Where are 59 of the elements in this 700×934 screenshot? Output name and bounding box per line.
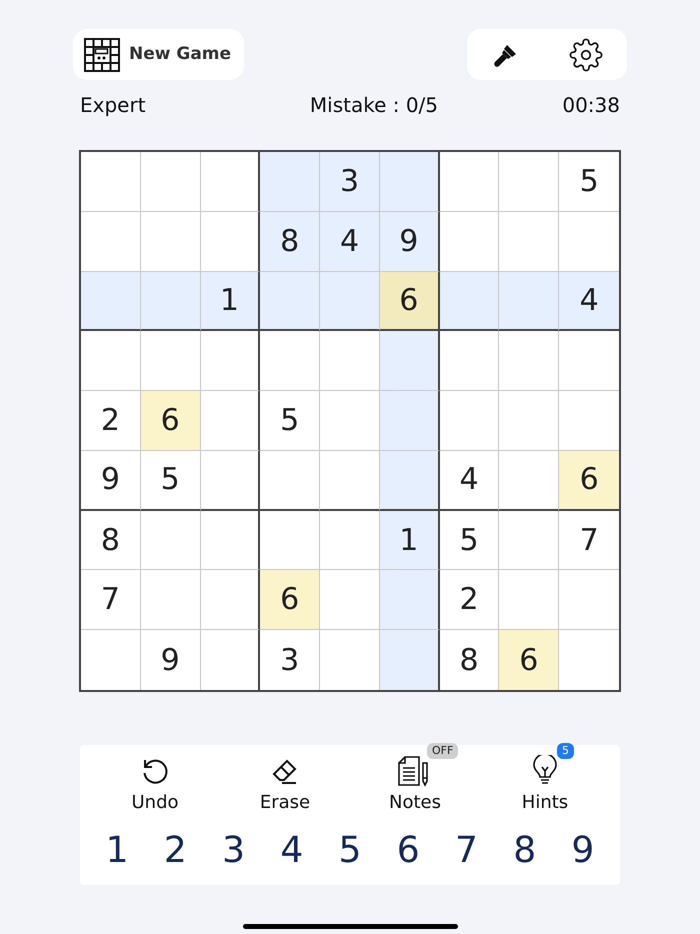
- number-key[interactable]: 3: [208, 826, 259, 876]
- hints-button[interactable]: 5 Hints: [495, 743, 595, 816]
- erase-button[interactable]: Erase: [235, 743, 335, 816]
- sudoku-cell[interactable]: [200, 630, 260, 690]
- sudoku-cell[interactable]: 4: [440, 450, 500, 511]
- count-badge: 5: [557, 743, 574, 759]
- sudoku-cell[interactable]: 6: [380, 272, 440, 332]
- sudoku-cell[interactable]: [200, 391, 260, 451]
- sudoku-cell[interactable]: [380, 331, 440, 392]
- lightbulb-icon: [532, 755, 558, 787]
- settings-icon[interactable]: [568, 38, 602, 72]
- sudoku-cell[interactable]: [380, 570, 440, 630]
- number-key[interactable]: 1: [92, 826, 142, 876]
- sudoku-cell[interactable]: 7: [559, 510, 619, 570]
- sudoku-cell[interactable]: 6: [499, 630, 560, 690]
- new-game-button[interactable]: New Game: [73, 29, 244, 80]
- sudoku-cell[interactable]: 4: [320, 212, 380, 272]
- sudoku-cell[interactable]: 3: [320, 152, 380, 212]
- sudoku-cell[interactable]: 9: [81, 450, 141, 511]
- sudoku-cell[interactable]: 5: [140, 450, 201, 511]
- sudoku-cell[interactable]: 6: [260, 570, 320, 630]
- undo-button[interactable]: Undo: [105, 743, 205, 816]
- number-key[interactable]: 4: [266, 826, 317, 876]
- sudoku-cell[interactable]: 8: [440, 630, 500, 690]
- sudoku-cell[interactable]: [200, 510, 260, 570]
- sudoku-cell[interactable]: 9: [380, 212, 440, 272]
- sudoku-cell[interactable]: 2: [440, 570, 500, 630]
- grid-icon: [84, 36, 120, 72]
- sudoku-cell[interactable]: [200, 212, 260, 272]
- number-key[interactable]: 6: [383, 826, 434, 876]
- number-key[interactable]: 2: [150, 826, 200, 876]
- sudoku-cell[interactable]: 6: [559, 450, 619, 511]
- sudoku-cell[interactable]: [380, 391, 440, 451]
- sudoku-cell[interactable]: 8: [81, 510, 141, 570]
- sudoku-cell[interactable]: 7: [81, 570, 141, 630]
- mistake-counter: Mistake : 0/5: [310, 92, 438, 119]
- number-key[interactable]: 7: [441, 826, 492, 876]
- difficulty-label: Expert: [80, 92, 146, 119]
- sudoku-cell[interactable]: [200, 450, 260, 511]
- sudoku-cell[interactable]: 5: [260, 391, 320, 451]
- number-key[interactable]: 9: [558, 826, 608, 876]
- sudoku-cell[interactable]: 2: [81, 391, 141, 451]
- sudoku-cell[interactable]: [200, 152, 260, 212]
- notes-button[interactable]: OFF Notes: [365, 743, 465, 816]
- sudoku-cell[interactable]: [200, 331, 260, 392]
- number-key[interactable]: 8: [500, 826, 550, 876]
- sudoku-cell[interactable]: 5: [440, 510, 500, 570]
- status-badge: OFF: [427, 743, 458, 759]
- sudoku-cell[interactable]: [380, 152, 440, 212]
- sudoku-cell[interactable]: 1: [380, 510, 440, 570]
- sudoku-cell[interactable]: 6: [140, 391, 201, 451]
- number-key[interactable]: 5: [324, 826, 375, 876]
- sudoku-cell[interactable]: 1: [200, 272, 260, 332]
- timer: 00:38: [562, 92, 620, 119]
- sudoku-cell[interactable]: 8: [260, 212, 320, 272]
- sudoku-cell[interactable]: [200, 570, 260, 630]
- sudoku-cell[interactable]: [380, 630, 440, 690]
- sudoku-cell[interactable]: 4: [559, 272, 619, 332]
- sudoku-cell[interactable]: [380, 450, 440, 511]
